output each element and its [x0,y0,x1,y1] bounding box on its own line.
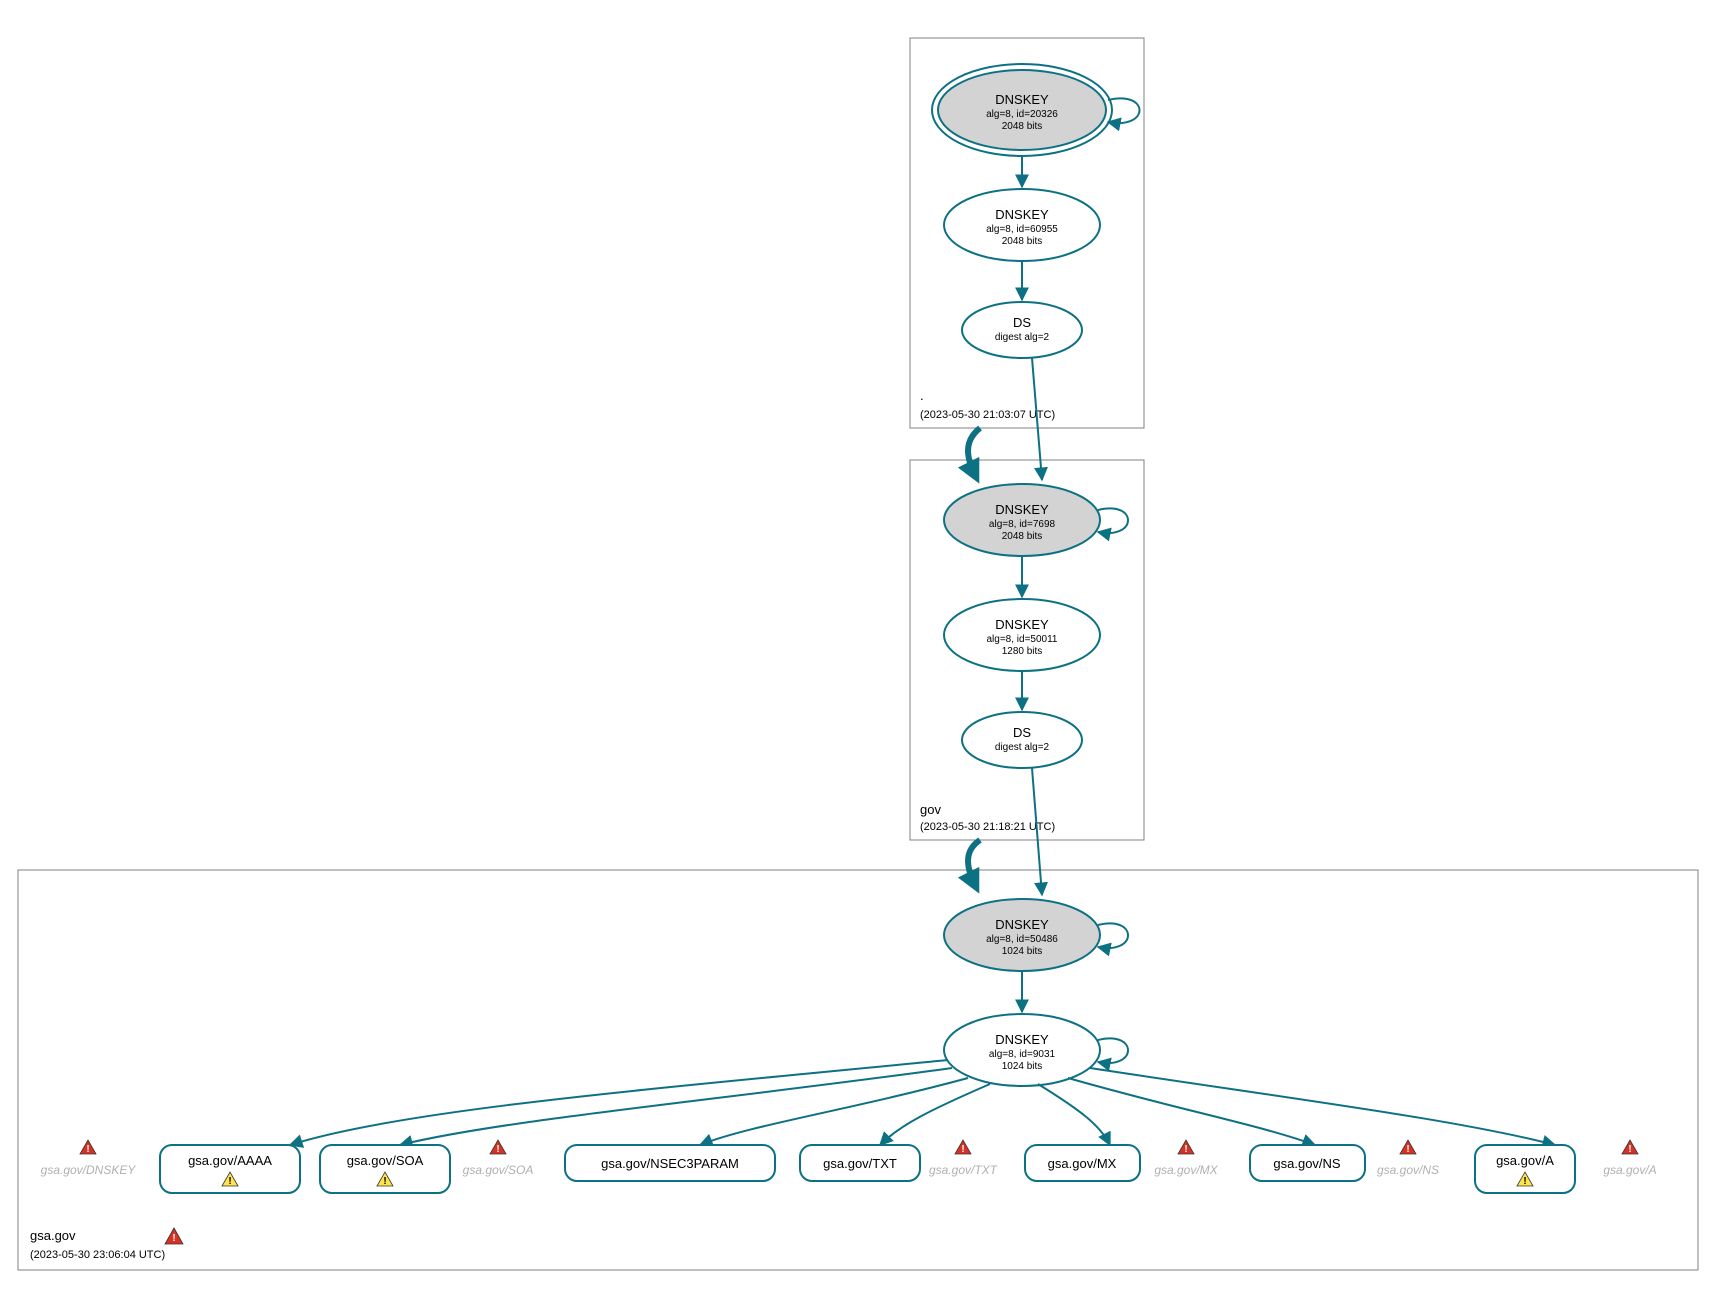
svg-text:DS: DS [1013,725,1031,740]
svg-text:gsa.gov/AAAA: gsa.gov/AAAA [188,1153,272,1168]
edge-zsk-aaaa [290,1060,948,1145]
edge-zsk-ns [1068,1078,1315,1145]
zone-ts-gov: (2023-05-30 21:18:21 UTC) [920,821,1055,833]
svg-text:alg=8, id=7698: alg=8, id=7698 [989,519,1056,530]
svg-text:!: ! [172,1233,175,1244]
svg-text:2048 bits: 2048 bits [1002,121,1043,132]
svg-text:digest alg=2: digest alg=2 [995,332,1050,343]
svg-text:gsa.gov/SOA: gsa.gov/SOA [347,1153,424,1168]
rr-txt[interactable]: gsa.gov/TXT [800,1145,920,1181]
edge-zsk-txt [880,1084,990,1145]
svg-text:!: ! [1628,1144,1631,1155]
node-root-ksk[interactable]: DNSKEY alg=8, id=20326 2048 bits [932,64,1112,156]
svg-text:!: ! [1406,1144,1409,1155]
rr-ghost-soa: ! gsa.gov/SOA [463,1140,534,1177]
svg-text:1280 bits: 1280 bits [1002,646,1043,657]
svg-text:!: ! [1184,1144,1187,1155]
svg-text:alg=8, id=50011: alg=8, id=50011 [987,634,1058,645]
svg-text:DNSKEY: DNSKEY [995,207,1049,222]
svg-text:gsa.gov/MX: gsa.gov/MX [1048,1156,1117,1171]
svg-text:gsa.gov/SOA: gsa.gov/SOA [463,1163,534,1177]
zone-box-gsa [18,870,1698,1270]
edge-zsk-mx [1038,1084,1110,1145]
svg-text:1024 bits: 1024 bits [1002,1061,1043,1072]
edge-gov-to-gsa [968,840,980,885]
rr-ns[interactable]: gsa.gov/NS [1250,1145,1365,1181]
svg-text:gsa.gov/A: gsa.gov/A [1496,1153,1554,1168]
edge-root-to-gov [968,428,980,475]
zone-ts-gsa: (2023-05-30 23:06:04 UTC) [30,1249,165,1261]
svg-text:alg=8, id=60955: alg=8, id=60955 [986,224,1058,235]
svg-text:DNSKEY: DNSKEY [995,502,1049,517]
zone-label-gsa: gsa.gov [30,1228,76,1243]
rr-ghost-dnskey: ! gsa.gov/DNSKEY [41,1140,137,1177]
rr-ghost-ns: ! gsa.gov/NS [1377,1140,1439,1177]
rr-a[interactable]: gsa.gov/A ! [1475,1145,1575,1193]
node-root-ds[interactable]: DS digest alg=2 [962,302,1082,358]
zone-warn-icon: ! [165,1228,183,1244]
edge-zsk-nsec3 [700,1078,968,1145]
svg-text:alg=8, id=20326: alg=8, id=20326 [986,109,1058,120]
node-gov-ksk[interactable]: DNSKEY alg=8, id=7698 2048 bits [944,484,1100,556]
rr-ghost-a: ! gsa.gov/A [1603,1140,1656,1177]
edge-gsa-ksk-self [1098,923,1128,948]
svg-text:1024 bits: 1024 bits [1002,946,1043,957]
rr-mx[interactable]: gsa.gov/MX [1025,1145,1140,1181]
zone-ts-root: (2023-05-30 21:03:07 UTC) [920,409,1055,421]
rr-ghost-txt: ! gsa.gov/TXT [929,1140,999,1177]
node-gov-ds[interactable]: DS digest alg=2 [962,712,1082,768]
svg-text:gsa.gov/TXT: gsa.gov/TXT [929,1163,999,1177]
rr-ghost-mx: ! gsa.gov/MX [1154,1140,1218,1177]
edge-gsa-zsk-self [1098,1038,1128,1063]
svg-text:DNSKEY: DNSKEY [995,92,1049,107]
svg-text:alg=8, id=9031: alg=8, id=9031 [989,1049,1056,1060]
svg-text:digest alg=2: digest alg=2 [995,742,1050,753]
svg-text:!: ! [1523,1176,1526,1187]
svg-text:alg=8, id=50486: alg=8, id=50486 [986,934,1058,945]
svg-text:2048 bits: 2048 bits [1002,236,1043,247]
svg-text:gsa.gov/DNSKEY: gsa.gov/DNSKEY [41,1163,137,1177]
edge-zsk-a [1090,1068,1555,1145]
svg-text:DNSKEY: DNSKEY [995,1032,1049,1047]
svg-text:gsa.gov/NS: gsa.gov/NS [1273,1156,1341,1171]
svg-text:gsa.gov/A: gsa.gov/A [1603,1163,1656,1177]
svg-text:2048 bits: 2048 bits [1002,531,1043,542]
dnssec-chain-diagram: . (2023-05-30 21:03:07 UTC) DNSKEY alg=8… [0,0,1716,1292]
svg-text:DNSKEY: DNSKEY [995,617,1049,632]
edge-zsk-soa [400,1068,952,1145]
zone-label-gov: gov [920,802,941,817]
svg-text:gsa.gov/MX: gsa.gov/MX [1154,1163,1218,1177]
node-root-zsk[interactable]: DNSKEY alg=8, id=60955 2048 bits [944,189,1100,261]
svg-text:!: ! [961,1144,964,1155]
zone-label-root: . [920,388,924,403]
node-gsa-zsk[interactable]: DNSKEY alg=8, id=9031 1024 bits [944,1014,1100,1086]
svg-text:gsa.gov/NSEC3PARAM: gsa.gov/NSEC3PARAM [601,1156,739,1171]
rr-aaaa[interactable]: gsa.gov/AAAA ! [160,1145,300,1193]
edge-gov-ksk-self [1098,508,1128,533]
node-gsa-ksk[interactable]: DNSKEY alg=8, id=50486 1024 bits [944,899,1100,971]
svg-text:!: ! [383,1176,386,1187]
svg-text:DS: DS [1013,315,1031,330]
svg-text:gsa.gov/TXT: gsa.gov/TXT [823,1156,897,1171]
svg-text:DNSKEY: DNSKEY [995,917,1049,932]
node-gov-zsk[interactable]: DNSKEY alg=8, id=50011 1280 bits [944,599,1100,671]
svg-text:!: ! [86,1144,89,1155]
rr-nsec3param[interactable]: gsa.gov/NSEC3PARAM [565,1145,775,1181]
svg-text:!: ! [228,1176,231,1187]
svg-text:gsa.gov/NS: gsa.gov/NS [1377,1163,1439,1177]
svg-text:!: ! [496,1144,499,1155]
rr-soa[interactable]: gsa.gov/SOA ! [320,1145,450,1193]
